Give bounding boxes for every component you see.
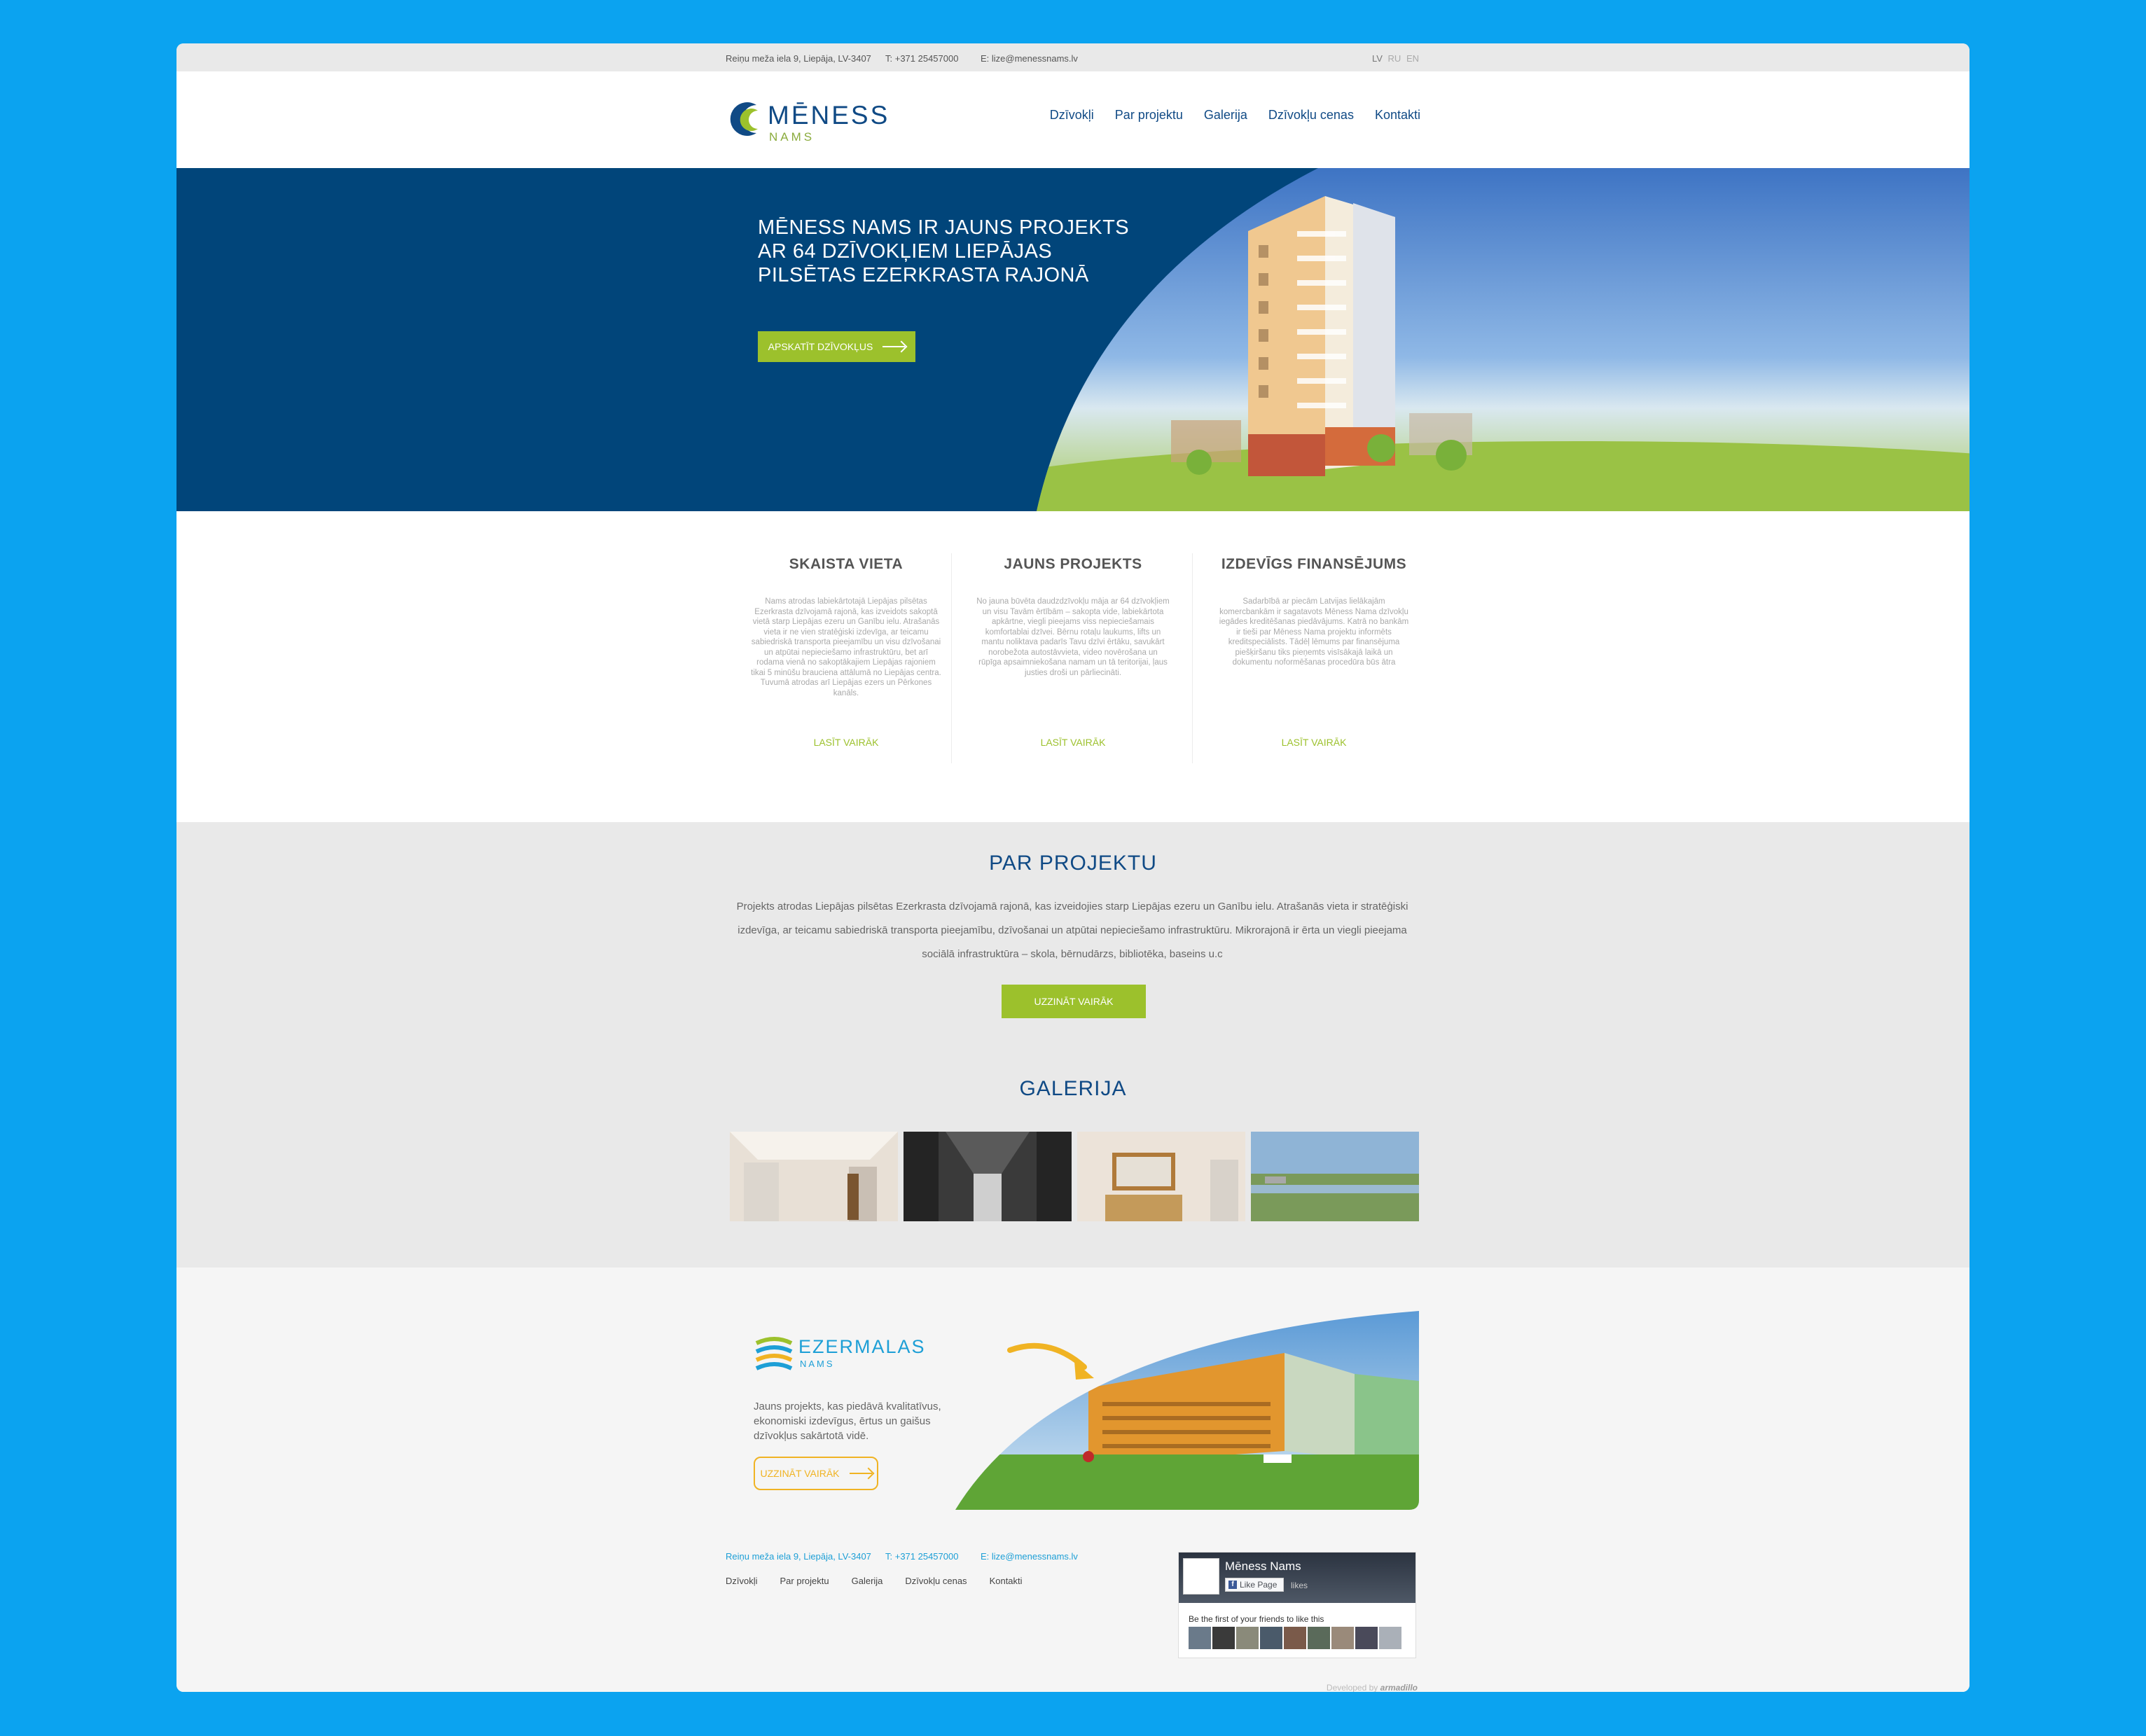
arrow-right-icon <box>882 346 906 347</box>
curved-arrow-icon <box>1007 1342 1094 1380</box>
feature-title: SKAISTA VIETA <box>789 556 904 572</box>
hero-banner: MĒNESS NAMS IR JAUNS PROJEKTS AR 64 DZĪV… <box>176 168 1970 511</box>
footer-contacts: Reiņu meža iela 9, Liepāja, LV-3407 T: +… <box>726 1551 1118 1565</box>
lang-lv[interactable]: LV <box>1372 53 1383 64</box>
facebook-faces <box>1189 1627 1401 1649</box>
ezermalas-wordmark: EZERMALAS <box>798 1336 926 1357</box>
facebook-widget: Mēness Nams f Like Page likes Be the fir… <box>1178 1552 1416 1658</box>
about-text: Projekts atrodas Liepājas pilsētas Ezerk… <box>736 901 1408 960</box>
footer-address: Reiņu meža iela 9, Liepāja, LV-3407 <box>726 1551 871 1562</box>
about-title: PAR PROJEKTU <box>989 852 1157 875</box>
facebook-like-label: Like Page <box>1240 1580 1278 1590</box>
divider <box>951 553 952 763</box>
developer-credit: Developed by armadillo <box>1327 1683 1418 1692</box>
logo-sub: NAMS <box>769 130 815 144</box>
facebook-friends-text: Be the first of your friends to like thi… <box>1189 1614 1324 1624</box>
footer-nav-dzivoklu-cenas[interactable]: Dzīvokļu cenas <box>905 1576 967 1586</box>
footer-nav-dzivokli[interactable]: Dzīvokļi <box>726 1576 758 1586</box>
read-more-link[interactable]: LASĪT VAIRĀK <box>726 737 967 748</box>
gallery-thumbnails <box>730 1132 1419 1221</box>
avatar[interactable] <box>1260 1627 1282 1649</box>
promo-text: Jauns projekts, kas piedāvā kvalitatīvus… <box>754 1401 941 1442</box>
feature-text: No jauna būvēta daudzdzīvokļu māja ar 64… <box>976 597 1170 677</box>
read-more-link[interactable]: LASĪT VAIRĀK <box>1193 737 1434 748</box>
gallery-thumb-corridor[interactable] <box>904 1132 1072 1221</box>
topbar-email[interactable]: E: lize@menessnams.lv <box>981 53 1078 64</box>
feature-card: SKAISTA VIETA Nams atrodas labiekārtotaj… <box>726 511 967 822</box>
footer-email[interactable]: E: lize@menessnams.lv <box>981 1551 1078 1562</box>
ezermalas-sub: NAMS <box>800 1359 835 1369</box>
feature-title: IZDEVĪGS FINANSĒJUMS <box>1221 556 1407 572</box>
gallery-title: GALERIJA <box>1019 1077 1127 1100</box>
promo-learn-more-label: UZZINĀT VAIRĀK <box>760 1468 840 1479</box>
facebook-page-avatar[interactable] <box>1183 1558 1219 1595</box>
learn-more-label: UZZINĀT VAIRĀK <box>1034 996 1114 1007</box>
feature-card: JAUNS PROJEKTS No jauna būvēta daudzdzīv… <box>953 511 1193 822</box>
gallery-thumb-interior[interactable] <box>1077 1132 1245 1221</box>
feature-text: Sadarbībā ar piecām Latvijas lielākajām … <box>1219 597 1409 667</box>
footer-nav-kontakti[interactable]: Kontakti <box>990 1576 1023 1586</box>
avatar[interactable] <box>1331 1627 1354 1649</box>
developer-credit-prefix: Developed by <box>1326 1683 1378 1692</box>
avatar[interactable] <box>1308 1627 1330 1649</box>
logo-wordmark: MĒNESS <box>768 101 890 130</box>
promo-learn-more-button[interactable]: UZZINĀT VAIRĀK <box>754 1457 878 1490</box>
footer-phone[interactable]: T: +371 25457000 <box>885 1551 958 1562</box>
lang-ru[interactable]: RU <box>1388 53 1401 64</box>
topbar-phone[interactable]: T: +371 25457000 <box>885 53 958 64</box>
facebook-like-button[interactable]: f Like Page <box>1225 1578 1284 1592</box>
nav-item-par-projektu[interactable]: Par projektu <box>1115 108 1183 123</box>
moon-logo-icon <box>1191 1569 1200 1584</box>
divider <box>1192 553 1193 763</box>
feature-text: Nams atrodas labiekārtotajā Liepājas pil… <box>751 597 941 697</box>
feature-card: IZDEVĪGS FINANSĒJUMS Sadarbībā ar piecām… <box>1193 511 1434 822</box>
footer-nav-galerija[interactable]: Galerija <box>852 1576 883 1586</box>
avatar[interactable] <box>1379 1627 1401 1649</box>
nav-item-galerija[interactable]: Galerija <box>1204 108 1247 123</box>
page-frame: Reiņu meža iela 9, Liepāja, LV-3407 T: +… <box>176 43 1970 1692</box>
arrow-right-icon <box>849 1473 872 1474</box>
topbar-address: Reiņu meža iela 9, Liepāja, LV-3407 <box>726 53 871 64</box>
read-more-link[interactable]: LASĪT VAIRĀK <box>953 737 1193 748</box>
avatar[interactable] <box>1284 1627 1306 1649</box>
top-bar: Reiņu meža iela 9, Liepāja, LV-3407 T: +… <box>176 43 1970 71</box>
view-apartments-button[interactable]: APSKATĪT DZĪVOKĻUS <box>758 331 915 362</box>
avatar[interactable] <box>1355 1627 1378 1649</box>
lang-en[interactable]: EN <box>1406 53 1419 64</box>
nav-item-dzivoklu-cenas[interactable]: Dzīvokļu cenas <box>1268 108 1354 123</box>
site-logo[interactable]: MĒNESS NAMS <box>726 99 887 144</box>
learn-more-button[interactable]: UZZINĀT VAIRĀK <box>1002 985 1146 1018</box>
moon-logo-icon <box>730 102 758 136</box>
hero-title: MĒNESS NAMS IR JAUNS PROJEKTS AR 64 DZĪV… <box>758 216 1130 286</box>
nav-item-kontakti[interactable]: Kontakti <box>1375 108 1420 123</box>
gallery-thumb-bathroom[interactable] <box>730 1132 898 1221</box>
footer-nav-par-projektu[interactable]: Par projektu <box>780 1576 829 1586</box>
avatar[interactable] <box>1189 1627 1211 1649</box>
features-section: SKAISTA VIETA Nams atrodas labiekārtotaj… <box>176 511 1970 822</box>
ezermalas-logo[interactable]: EZERMALAS NAMS <box>754 1333 925 1375</box>
avatar[interactable] <box>1236 1627 1259 1649</box>
view-apartments-label: APSKATĪT DZĪVOKĻUS <box>768 341 873 352</box>
gallery-thumb-view[interactable] <box>1251 1132 1419 1221</box>
nav-item-dzivokli[interactable]: Dzīvokļi <box>1050 108 1094 123</box>
promo-section: EZERMALAS NAMS Jauns projekts, kas piedā… <box>176 1268 1970 1692</box>
feature-title: JAUNS PROJEKTS <box>1004 556 1142 572</box>
language-switcher: LV RU EN <box>1369 53 1419 64</box>
facebook-icon: f <box>1228 1581 1237 1589</box>
facebook-likes-count: likes <box>1291 1581 1308 1590</box>
avatar[interactable] <box>1212 1627 1235 1649</box>
about-gallery-section: PAR PROJEKTU Projekts atrodas Liepājas p… <box>176 822 1970 1268</box>
main-nav: Dzīvokļi Par projektu Galerija Dzīvokļu … <box>1050 108 1420 123</box>
site-header: MĒNESS NAMS Dzīvokļi Par projektu Galeri… <box>176 71 1970 168</box>
footer-nav: Dzīvokļi Par projektu Galerija Dzīvokļu … <box>726 1576 1023 1586</box>
facebook-page-name[interactable]: Mēness Nams <box>1225 1560 1301 1574</box>
developer-name[interactable]: armadillo <box>1380 1683 1418 1692</box>
waves-logo-icon <box>755 1337 793 1370</box>
